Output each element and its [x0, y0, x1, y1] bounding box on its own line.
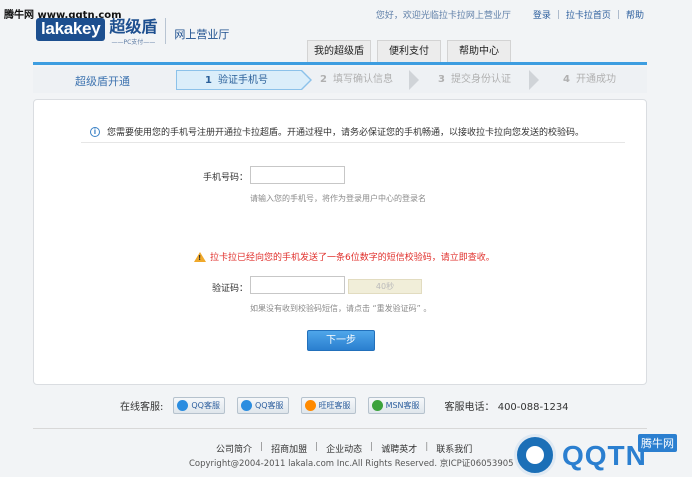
step-arrow-icon [301, 71, 310, 89]
qq-service-button-1[interactable]: QQ客服 [173, 397, 225, 414]
footer-divider [33, 428, 647, 429]
link-separator: | [370, 442, 374, 452]
top-links: 您好，欢迎光临拉卡拉网上营业厅 登录 | 拉卡拉首页 | 帮助 [375, 8, 644, 22]
step-label: 提交身份认证 [450, 74, 511, 85]
wangwang-service-button[interactable]: 旺旺客服 [300, 397, 356, 414]
footer-link-careers[interactable]: 诚聘英才 [381, 442, 417, 455]
step-number: 1 [205, 75, 212, 86]
product-logo: 超级盾 ——PC支付—— [109, 17, 158, 47]
step-arrow-icon [409, 70, 419, 90]
link-separator: | [425, 442, 429, 452]
phone-label: 手机号码： [202, 173, 248, 183]
code-hint: 如果没有收到校验码短信，请点击 “重发验证码” 。 [250, 304, 432, 313]
service-button-label: QQ客服 [254, 401, 284, 410]
qqtn-logo-icon [514, 434, 556, 476]
footer-link-about[interactable]: 公司简介 [216, 442, 252, 455]
step-success: 4 开通成功 [563, 70, 616, 90]
qq-icon [177, 400, 189, 411]
code-label: 验证码： [211, 284, 248, 294]
phone-input[interactable] [250, 166, 345, 184]
service-phone: 客服电话： 400-088-1234 [444, 402, 569, 413]
phone-hint: 请输入您的手机号，将作为登录用户中心的登录名 [250, 194, 426, 203]
wangwang-icon [304, 400, 316, 411]
service-title: 网上营业厅 [174, 28, 230, 41]
help-link[interactable]: 帮助 [626, 8, 644, 21]
form-panel: i 您需要使用您的手机号注册开通拉卡拉超盾。开通过程中，请务必保证您的手机畅通，… [33, 99, 647, 385]
step-arrow-icon [529, 70, 539, 90]
sms-sent-warning: ! 拉卡拉已经向您的手机发送了一条6位数字的短信校验码，请立即查收。 [194, 250, 495, 263]
step-number: 2 [320, 74, 327, 85]
online-service: 在线客服: QQ客服 QQ客服 旺旺客服 MSN客服 客服电话： 400-088… [120, 397, 569, 414]
qq-service-button-2[interactable]: QQ客服 [236, 397, 289, 414]
qqtn-logo-text: QQTN [562, 440, 647, 471]
msn-service-button[interactable]: MSN客服 [367, 397, 425, 414]
lakala-home-link[interactable]: 拉卡拉首页 [566, 8, 611, 21]
divider [81, 142, 625, 143]
notice: i 您需要使用您的手机号注册开通拉卡拉超盾。开通过程中，请务必保证您的手机畅通，… [90, 125, 584, 138]
site-logo[interactable]: lakakey 超级盾 ——PC支付—— 网上营业厅 [36, 18, 229, 46]
warning-icon: ! [194, 251, 206, 262]
tab-my-shield[interactable]: 我的超级盾 [307, 40, 371, 62]
qqtn-badge: 腾牛网 [638, 434, 677, 452]
step-label: 验证手机号 [217, 75, 268, 86]
service-label: 在线客服: [120, 402, 164, 413]
product-subtitle: ——PC支付—— [111, 39, 156, 46]
warning-text: 拉卡拉已经向您的手机发送了一条6位数字的短信校验码，请立即查收。 [210, 253, 495, 263]
link-separator: | [315, 442, 319, 452]
notice-text: 您需要使用您的手机号注册开通拉卡拉超盾。开通过程中，请务必保证您的手机畅通，以接… [107, 128, 585, 138]
qq-icon [240, 400, 252, 411]
info-icon: i [90, 126, 100, 137]
welcome-text: 您好，欢迎光临拉卡拉网上营业厅 [375, 11, 511, 21]
step-label: 填写确认信息 [332, 74, 393, 85]
copyright: Copyright@2004-2011 lakala.com Inc.All R… [189, 459, 514, 469]
next-button[interactable]: 下一步 [307, 330, 375, 351]
step-number: 4 [563, 74, 570, 85]
steps-title: 超级盾开通 [75, 75, 130, 88]
link-separator: | [556, 9, 560, 20]
footer-link-contact[interactable]: 联系我们 [436, 442, 472, 455]
logo-divider [165, 18, 167, 44]
code-input[interactable] [250, 276, 345, 294]
step-label: 开通成功 [575, 74, 616, 85]
step-id-verification: 3 提交身份认证 [438, 70, 511, 90]
msn-icon [371, 400, 383, 411]
tab-convenient-pay[interactable]: 便利支付 [377, 40, 441, 62]
service-button-label: QQ客服 [191, 401, 220, 410]
main-nav: 我的超级盾 便利支付 帮助中心 [307, 40, 517, 62]
step-number: 3 [438, 74, 445, 85]
progress-steps: 超级盾开通 1 验证手机号 2 填写确认信息 3 提交身份认证 4 开通成功 [33, 67, 647, 93]
brand-logo-text: lakakey [36, 18, 106, 41]
footer-link-franchise[interactable]: 招商加盟 [271, 442, 307, 455]
tab-help-center[interactable]: 帮助中心 [447, 40, 511, 62]
qqtn-watermark-logo: QQTN 腾牛网 [512, 432, 690, 477]
link-separator: | [616, 9, 620, 20]
service-button-label: 旺旺客服 [318, 401, 351, 410]
header-divider [33, 62, 647, 65]
product-name: 超级盾 [109, 17, 158, 36]
footer-link-news[interactable]: 企业动态 [326, 442, 362, 455]
service-button-label: MSN客服 [385, 401, 420, 410]
page: 腾牛网 www.qqtn.com lakakey 超级盾 ——PC支付—— 网上… [0, 0, 692, 477]
login-link[interactable]: 登录 [533, 8, 551, 21]
step-fill-info: 2 填写确认信息 [320, 70, 393, 90]
step-verify-phone: 1 验证手机号 [176, 70, 302, 90]
resend-code-countdown[interactable]: 40秒 [348, 279, 422, 294]
footer-links: 公司简介 | 招商加盟 | 企业动态 | 诚聘英才 | 联系我们 [216, 442, 472, 455]
link-separator: | [260, 442, 264, 452]
